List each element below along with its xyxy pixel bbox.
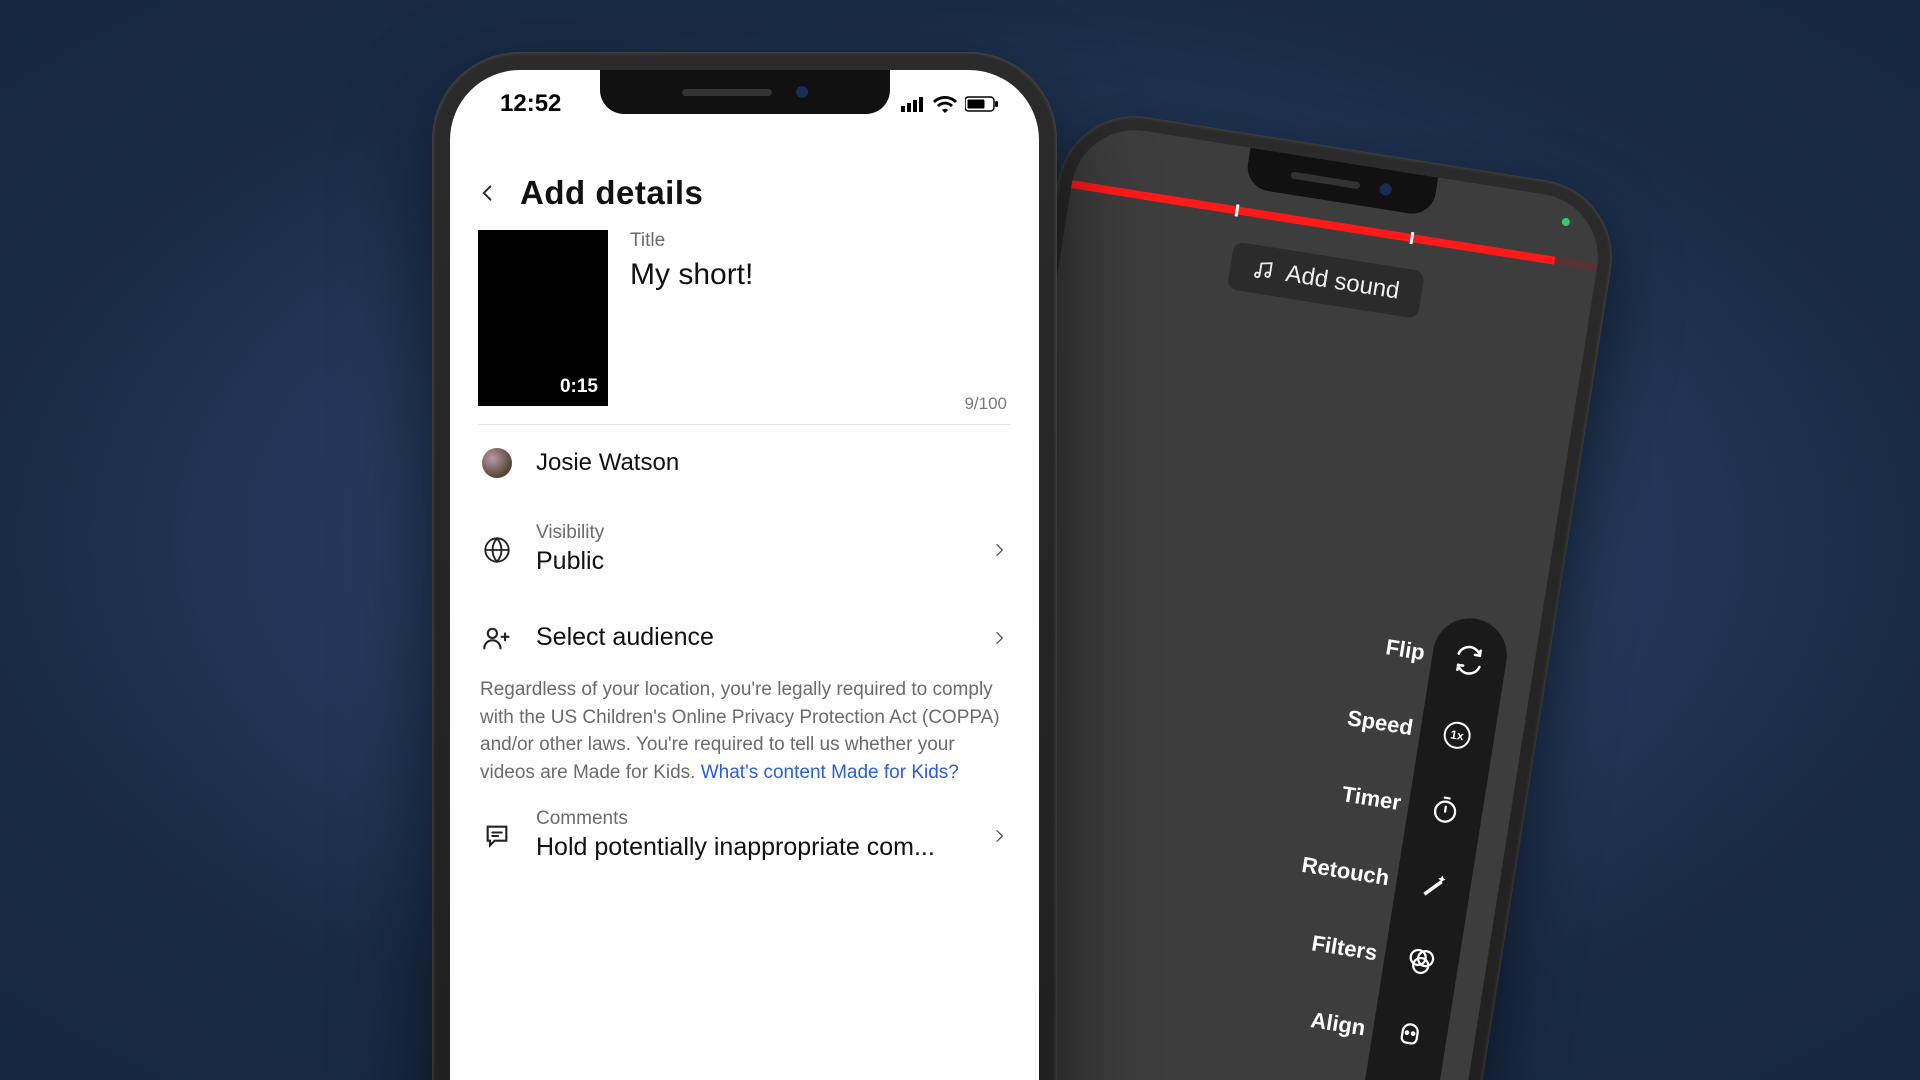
audience-icon (482, 623, 512, 653)
chevron-right-icon (991, 824, 1007, 848)
camera-tools-panel: Flip Speed 1x (1355, 613, 1513, 1080)
comments-value: Hold potentially inappropriate com... (536, 831, 967, 864)
page-title: Add details (520, 174, 703, 212)
wifi-icon (933, 95, 957, 113)
phone-notch (1244, 148, 1438, 217)
title-char-count: 9/100 (964, 394, 1007, 414)
comments-row[interactable]: Comments Hold potentially inappropriate … (478, 796, 1011, 885)
tool-retouch[interactable]: Retouch (1394, 864, 1472, 907)
globe-icon (482, 535, 512, 565)
timer-icon (1427, 792, 1464, 829)
tool-filters[interactable]: Filters (1382, 939, 1460, 982)
visibility-label: Visibility (536, 522, 967, 545)
phone-frame: 12:52 Add details (432, 52, 1057, 1080)
speed-icon: 1x (1439, 717, 1476, 754)
flip-icon (1451, 642, 1488, 679)
chevron-right-icon (991, 626, 1007, 650)
comments-label: Comments (536, 808, 967, 831)
thumbnail-duration: 0:15 (560, 376, 598, 398)
retouch-icon (1415, 867, 1452, 904)
cellular-icon (901, 96, 925, 112)
title-field-label: Title (630, 230, 1011, 252)
visibility-value: Public (536, 545, 967, 578)
align-icon (1391, 1017, 1428, 1054)
add-details-screen: 12:52 Add details (450, 70, 1039, 1080)
comments-icon (482, 821, 512, 851)
visibility-row[interactable]: Visibility Public (478, 500, 1011, 599)
add-sound-button[interactable]: Add sound (1227, 241, 1425, 319)
background: { "phone1": { "status_time": "12:52", "h… (0, 0, 1920, 1080)
video-thumbnail[interactable]: 0:15 (478, 230, 608, 406)
filters-icon (1403, 942, 1440, 979)
add-sound-label: Add sound (1284, 260, 1402, 306)
made-for-kids-link[interactable]: What's content Made for Kids? (701, 762, 959, 783)
chevron-right-icon (991, 538, 1007, 562)
audience-value: Select audience (536, 621, 967, 654)
avatar (482, 448, 512, 478)
battery-icon (965, 96, 999, 112)
phone-notch (600, 70, 890, 114)
tool-align[interactable]: Align (1371, 1014, 1449, 1057)
tool-flip[interactable]: Flip (1430, 639, 1508, 682)
screen-header: Add details (450, 150, 1039, 222)
phone-add-details: 12:52 Add details (432, 52, 1057, 1080)
account-row: Josie Watson (478, 425, 1011, 500)
audience-row[interactable]: Select audience (478, 599, 1011, 676)
back-button[interactable] (478, 178, 498, 208)
title-section: 0:15 Title My short! 9/100 (478, 220, 1011, 425)
music-note-icon (1251, 258, 1276, 283)
tool-timer[interactable]: Timer (1406, 789, 1484, 832)
recording-status-dot (1561, 217, 1570, 226)
status-time: 12:52 (500, 90, 561, 118)
tool-speed[interactable]: Speed 1x (1418, 714, 1496, 757)
account-name: Josie Watson (536, 447, 1007, 478)
title-input[interactable]: My short! (630, 258, 1011, 292)
legal-disclaimer: Regardless of your location, you're lega… (478, 676, 1011, 796)
